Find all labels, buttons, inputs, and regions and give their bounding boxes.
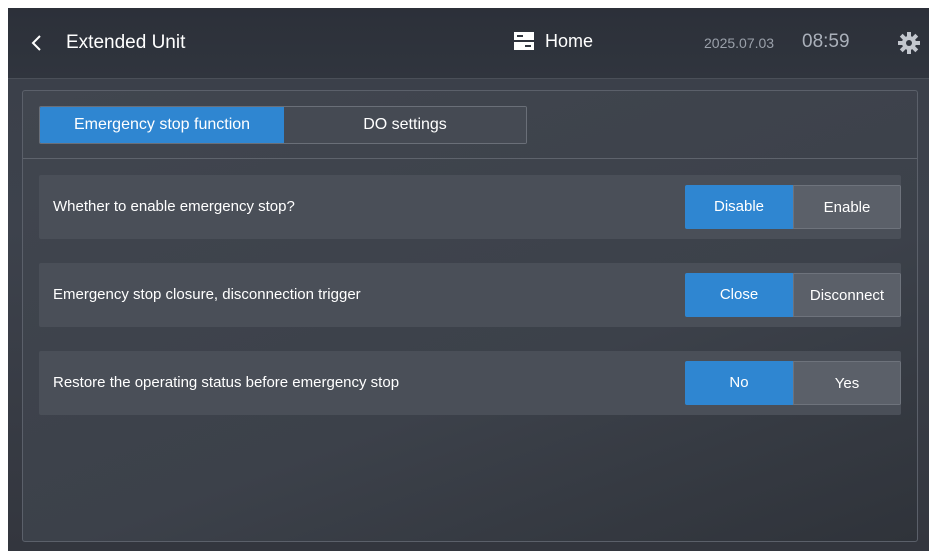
disable-option[interactable]: Disable	[685, 185, 793, 229]
gear-icon[interactable]	[898, 32, 920, 54]
tab-bar: Emergency stop function DO settings	[39, 106, 527, 144]
trigger-type-toggle: Close Disconnect	[685, 273, 901, 317]
close-option[interactable]: Close	[685, 273, 793, 317]
settings-panel: Emergency stop function DO settings Whet…	[22, 90, 918, 542]
home-button[interactable]: Home	[513, 27, 593, 55]
home-label: Home	[545, 30, 594, 51]
chevron-left-icon[interactable]	[26, 32, 48, 54]
disconnect-option[interactable]: Disconnect	[793, 273, 901, 317]
setting-label: Emergency stop closure, disconnection tr…	[53, 286, 361, 303]
setting-row-trigger-type: Emergency stop closure, disconnection tr…	[39, 263, 901, 327]
date-display: 2025.07.03	[704, 35, 775, 51]
tab-emergency-stop-function[interactable]: Emergency stop function	[40, 107, 284, 143]
restore-status-toggle: No Yes	[685, 361, 901, 405]
tab-divider	[23, 158, 917, 159]
enable-emergency-stop-toggle: Disable Enable	[685, 185, 901, 229]
setting-row-enable-emergency-stop: Whether to enable emergency stop? Disabl…	[39, 175, 901, 239]
page-title: Extended Unit	[66, 32, 186, 53]
time-display: 08:59	[802, 31, 850, 52]
setting-label: Restore the operating status before emer…	[53, 374, 400, 391]
no-option[interactable]: No	[685, 361, 793, 405]
home-panel-icon	[514, 32, 534, 50]
setting-row-restore-status: Restore the operating status before emer…	[39, 351, 901, 415]
setting-label: Whether to enable emergency stop?	[53, 198, 295, 215]
yes-option[interactable]: Yes	[793, 361, 901, 405]
enable-option[interactable]: Enable	[793, 185, 901, 229]
header-bar: Extended Unit Home 2025.07.03 08:59	[8, 8, 929, 79]
tab-do-settings[interactable]: DO settings	[284, 107, 526, 143]
device-screen: Extended Unit Home 2025.07.03 08:59 Emer…	[8, 8, 929, 551]
